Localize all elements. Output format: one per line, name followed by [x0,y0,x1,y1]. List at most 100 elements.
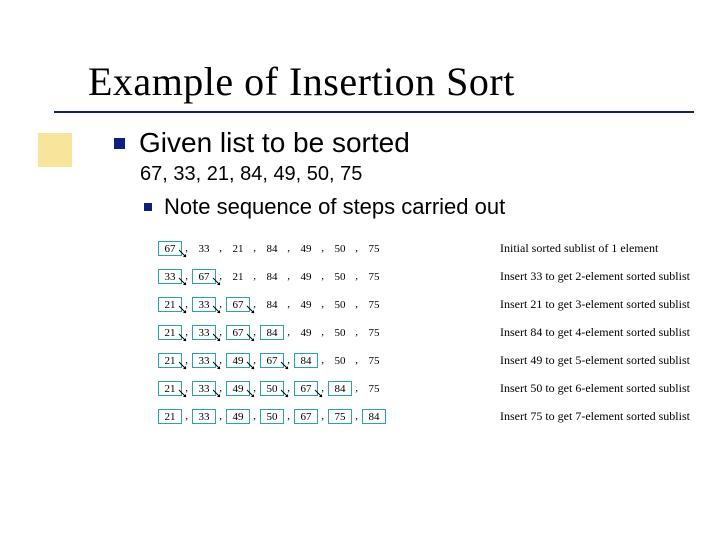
comma: , [287,241,290,256]
comma: , [287,409,290,424]
diagram-cell: 84, [328,381,352,396]
comma: , [321,297,324,312]
diagram-cell: 49, [294,325,318,340]
slide: Example of Insertion Sort Given list to … [0,0,720,540]
comma: , [287,381,290,396]
comma: , [253,381,256,396]
diagram-cells: 33,67,21,84,49,50,75 [158,269,430,284]
diagram-cell: 50, [260,409,284,424]
diagram-cell: 67, [226,325,250,340]
comma: , [355,269,358,284]
diagram-row: 67,33,21,84,49,50,75Initial sorted subli… [158,234,692,262]
comma: , [287,325,290,340]
comma: , [185,297,188,312]
diagram-cell: 75, [328,409,352,424]
comma: , [287,353,290,368]
diagram-cell: 21, [226,269,250,284]
diagram-cell: 21, [158,353,182,368]
diagram-caption: Insert 33 to get 2-element sorted sublis… [500,269,690,284]
diagram-cell: 49, [226,353,250,368]
comma: , [219,409,222,424]
diagram-cell: 21, [158,409,182,424]
diagram-cell: 67, [260,353,284,368]
slide-title: Example of Insertion Sort [88,58,692,105]
comma: , [253,325,256,340]
diagram-caption: Insert 75 to get 7-element sorted sublis… [500,409,690,424]
diagram-cell: 50, [328,325,352,340]
comma: , [185,241,188,256]
comma: , [355,297,358,312]
diagram-cell: 50, [328,297,352,312]
diagram-cell: 84, [260,325,284,340]
diagram-row: 33,67,21,84,49,50,75Insert 33 to get 2-e… [158,262,692,290]
insertion-sort-diagram: 67, 33, 21, 84, 49, 50, 75 Initial sorted subli… [158,234,692,430]
diagram-cell: 49, [226,381,250,396]
comma: , [355,381,358,396]
diagram-cell: 33, [192,381,216,396]
comma: , [219,241,222,256]
diagram-cell: 84, [260,241,284,256]
diagram-cell: 49, [294,297,318,312]
bullet-row-1: Given list to be sorted [114,127,692,159]
comma: , [355,409,358,424]
diagram-row: 21,33,67,84,49,50,75Insert 21 to get 3-e… [158,290,692,318]
diagram-cell: 67, [294,409,318,424]
diagram-cell: 50, [328,241,352,256]
diagram-row: 21,33,49,67,84,50,75Insert 49 to get 5-e… [158,346,692,374]
diagram-cell: 84, [260,269,284,284]
diagram-cell: 33, [192,241,216,256]
comma: , [321,325,324,340]
square-bullet-icon [114,138,125,149]
diagram-cell: 67, [192,269,216,284]
diagram-cell: 33, [158,269,182,284]
diagram-cell: 50, [260,381,284,396]
diagram-caption: Insert 21 to get 3-element sorted sublis… [500,297,690,312]
comma: , [321,241,324,256]
diagram-cell: 49, [226,409,250,424]
comma: , [287,269,290,284]
diagram-cell: 33, [192,409,216,424]
diagram-cell: 75 [362,381,386,396]
comma: , [185,381,188,396]
diagram-cell: 49, [294,241,318,256]
diagram-cell: 75 [362,241,386,256]
diagram-cell: 33, [192,325,216,340]
diagram-cell: 21, [226,241,250,256]
diagram-cell: 33, [192,297,216,312]
accent-square [38,133,72,167]
comma: , [321,381,324,396]
diagram-cell: 50, [328,269,352,284]
comma: , [253,409,256,424]
diagram-cell: 75 [362,325,386,340]
comma: , [219,297,222,312]
comma: , [185,269,188,284]
numbers-line: 67, 33, 21, 84, 49, 50, 75 [140,163,692,186]
diagram-cells: 21,33,49,67,84,50,75 [158,353,430,368]
diagram-cell: 75 [362,353,386,368]
square-bullet-icon [144,203,152,211]
diagram-caption: Initial sorted sublist of 1 element [500,241,658,256]
slide-body: Given list to be sorted 67, 33, 21, 84, … [114,127,692,430]
comma: , [185,353,188,368]
diagram-row: 21,33,67,84,49,50,75Insert 84 to get 4-e… [158,318,692,346]
diagram-caption: Insert 50 to get 6-element sorted sublis… [500,381,690,396]
diagram-cell: 84, [260,297,284,312]
diagram-cell: 84, [294,353,318,368]
comma: , [253,241,256,256]
diagram-caption: Insert 49 to get 5-element sorted sublis… [500,353,690,368]
diagram-cell: 21, [158,325,182,340]
bullet-row-2: Note sequence of steps carried out [144,194,692,220]
comma: , [355,325,358,340]
diagram-row: 21,33,49,50,67,84,75Insert 50 to get 6-e… [158,374,692,402]
diagram-cells: 21,33,49,50,67,84,75 [158,381,430,396]
diagram-cells: 67,33,21,84,49,50,75 [158,241,430,256]
comma: , [185,325,188,340]
comma: , [355,353,358,368]
comma: , [355,241,358,256]
comma: , [321,353,324,368]
comma: , [219,325,222,340]
comma: , [219,353,222,368]
comma: , [219,269,222,284]
diagram-cell: 67, [294,381,318,396]
comma: , [321,409,324,424]
